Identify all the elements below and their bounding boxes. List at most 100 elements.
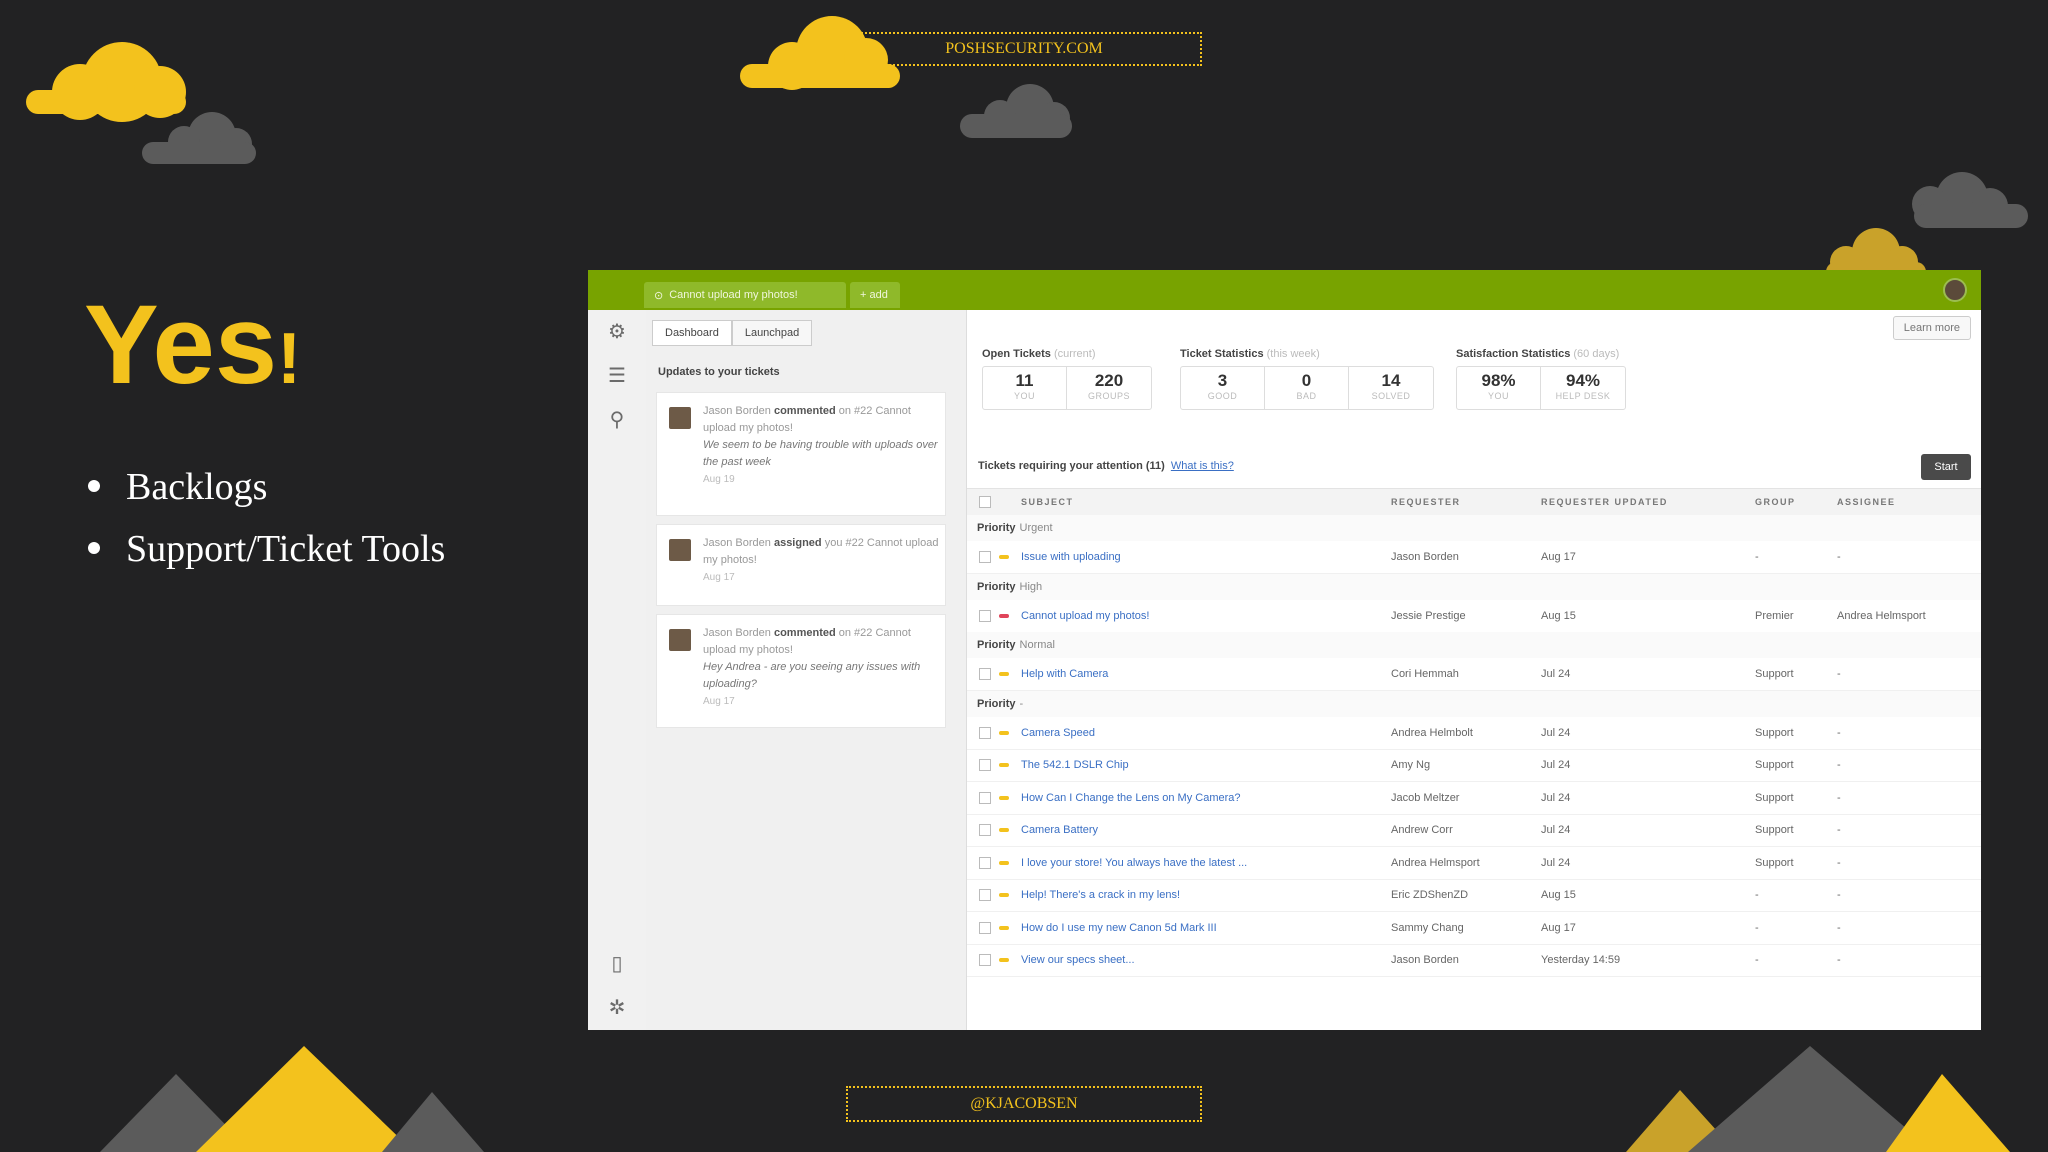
priority-indicator <box>999 555 1009 559</box>
tab-dashboard[interactable]: Dashboard <box>652 320 732 346</box>
ticket-tab-label: Cannot upload my photos! <box>669 289 798 301</box>
update-card[interactable]: Jason Borden assigned you #22 Cannot upl… <box>656 524 946 606</box>
priority-label: Priority - <box>977 697 1024 710</box>
ticket-assignee: - <box>1837 954 1841 966</box>
col-assignee[interactable]: ASSIGNEE <box>1837 497 1896 507</box>
ticket-updated: Aug 15 <box>1541 609 1576 622</box>
row-checkbox[interactable] <box>979 759 991 771</box>
search-icon[interactable]: ⚲ <box>605 408 629 432</box>
stat-title-text: Ticket Statistics <box>1180 348 1264 360</box>
row-checkbox[interactable] <box>979 954 991 966</box>
stat-open-tickets: Open Tickets (current) 11 YOU 220 GROUPS <box>982 348 1152 410</box>
priority-indicator <box>999 672 1009 676</box>
row-checkbox[interactable] <box>979 921 991 934</box>
update-actor: Jason Borden <box>703 627 771 639</box>
user-avatar[interactable] <box>1943 278 1967 302</box>
bullet-list: Backlogs Support/Ticket Tools <box>84 456 445 580</box>
row-checkbox[interactable] <box>979 824 991 836</box>
row-checkbox[interactable] <box>979 609 991 622</box>
stat-number: 0 <box>1301 371 1312 390</box>
stat-box[interactable]: 3 GOOD <box>1181 367 1265 409</box>
ticket-requester: Andrew Corr <box>1391 824 1453 836</box>
row-checkbox[interactable] <box>979 889 991 901</box>
priority-value: Normal <box>1019 639 1055 651</box>
ticket-requester: Jason Borden <box>1391 954 1459 966</box>
table-row[interactable]: Help! There's a crack in my lens! Eric ZD… <box>967 879 1981 912</box>
ticket-updated: Jul 24 <box>1541 824 1571 836</box>
col-group[interactable]: GROUP <box>1755 497 1796 507</box>
ticket-subject[interactable]: The 542.1 DSLR Chip <box>1021 759 1129 771</box>
ticket-subject[interactable]: Help! There's a crack in my lens! <box>1021 889 1180 901</box>
row-checkbox[interactable] <box>979 668 991 680</box>
table-row[interactable]: The 542.1 DSLR Chip Amy Ng Jul 24 Support - <box>967 749 1981 782</box>
priority-indicator <box>999 828 1009 832</box>
table-row[interactable]: Cannot upload my photos! Jessie Prestige A… <box>967 600 1981 633</box>
tab-launchpad[interactable]: Launchpad <box>731 320 813 346</box>
priority-indicator <box>999 730 1009 735</box>
ticket-updated: Aug 15 <box>1541 889 1576 901</box>
add-tab-button[interactable]: + add <box>850 282 900 308</box>
update-verb: commented <box>773 405 836 417</box>
ticket-group: - <box>1755 551 1759 563</box>
priority-label: Priority High <box>977 580 1043 593</box>
settings-icon[interactable]: ✲ <box>605 996 629 1020</box>
ticket-subject[interactable]: How do I use my new Canon 5d Mark III <box>1021 922 1217 934</box>
ticket-requester: Cori Hemmah <box>1391 668 1459 680</box>
ticket-assignee: Andrea Helmsport <box>1837 609 1926 622</box>
stat-box[interactable]: 94% HELP DESK <box>1541 367 1625 409</box>
sub-tabs: Dashboard Launchpad <box>652 320 813 346</box>
ticket-subject[interactable]: Camera Battery <box>1021 824 1098 836</box>
update-card[interactable]: Jason Borden commented on #22 Cannot upl… <box>656 614 946 728</box>
stat-box[interactable]: 98% YOU <box>1457 367 1541 409</box>
table-row[interactable]: Issue with uploading Jason Borden Aug 17 - - <box>967 541 1981 574</box>
book-icon[interactable]: ▯ <box>605 952 629 976</box>
ticket-subject[interactable]: I love your store! You always have the l… <box>1021 857 1247 869</box>
table-row[interactable]: How do I use my new Canon 5d Mark III Sam… <box>967 912 1981 945</box>
table-row[interactable]: Camera Speed Andrea Helmbolt Jul 24 Support… <box>967 717 1981 750</box>
what-is-this-link[interactable]: What is this? <box>1171 460 1234 472</box>
bullet-item: Backlogs <box>84 456 445 518</box>
row-checkbox[interactable] <box>979 551 991 563</box>
stat-label: SOLVED <box>1371 391 1411 401</box>
stat-satisfaction: Satisfaction Statistics (60 days) 98% YOU… <box>1456 348 1626 410</box>
row-checkbox[interactable] <box>979 791 991 804</box>
stat-box[interactable]: 220 GROUPS <box>1067 367 1151 409</box>
start-button[interactable]: Start <box>1921 454 1971 480</box>
ticket-tab[interactable]: ⊙ Cannot upload my photos! <box>644 282 846 308</box>
table-row[interactable]: View our specs sheet... Jason Borden Yeste… <box>967 944 1981 977</box>
gear-icon[interactable]: ⚙ <box>605 320 629 344</box>
table-row[interactable]: I love your store! You always have the l… <box>967 847 1981 880</box>
side-nav: ⚙ ☰ ⚲ ▯ ✲ <box>588 310 647 1030</box>
ticket-subject[interactable]: Issue with uploading <box>1021 551 1121 563</box>
update-actor: Jason Borden <box>703 405 771 417</box>
stat-box[interactable]: 11 YOU <box>983 367 1067 409</box>
ticket-assignee: - <box>1837 791 1841 804</box>
priority-indicator <box>999 795 1009 800</box>
stat-ticket-statistics: Ticket Statistics (this week) 3 GOOD 0 BAD… <box>1180 348 1434 410</box>
stat-label: YOU <box>1487 391 1509 401</box>
stat-box[interactable]: 0 BAD <box>1265 367 1349 409</box>
table-row[interactable]: How Can I Change the Lens on My Camera? J… <box>967 782 1981 815</box>
select-all-checkbox[interactable] <box>979 496 991 508</box>
ticket-subject[interactable]: Help with Camera <box>1021 668 1108 680</box>
ticket-subject[interactable]: How Can I Change the Lens on My Camera? <box>1021 792 1241 804</box>
ticket-subject[interactable]: View our specs sheet... <box>1021 954 1135 966</box>
bullet-item: Support/Ticket Tools <box>84 518 445 580</box>
col-subject[interactable]: SUBJECT <box>1021 497 1074 507</box>
row-checkbox[interactable] <box>979 856 991 869</box>
learn-more-button[interactable]: Learn more <box>1892 316 1971 340</box>
ticket-subject[interactable]: Cannot upload my photos! <box>1021 610 1149 622</box>
list-icon[interactable]: ☰ <box>605 364 629 388</box>
ticket-subject[interactable]: Camera Speed <box>1021 727 1095 739</box>
stat-box[interactable]: 14 SOLVED <box>1349 367 1433 409</box>
update-card[interactable]: Jason Borden commented on #22 Cannot upl… <box>656 392 946 516</box>
table-row[interactable]: Camera Battery Andrew Corr Jul 24 Support - <box>967 814 1981 847</box>
ticket-group: - <box>1755 889 1759 901</box>
col-requester-updated[interactable]: REQUESTER UPDATED <box>1541 497 1668 507</box>
stat-boxes: 98% YOU 94% HELP DESK <box>1456 366 1626 410</box>
site-url: POSHSECURITY.COM <box>945 40 1103 57</box>
update-actor: Jason Borden <box>703 537 771 549</box>
table-row[interactable]: Help with Camera Cori Hemmah Jul 24 Support… <box>967 658 1981 691</box>
col-requester[interactable]: REQUESTER <box>1391 497 1461 507</box>
row-checkbox[interactable] <box>979 726 991 739</box>
